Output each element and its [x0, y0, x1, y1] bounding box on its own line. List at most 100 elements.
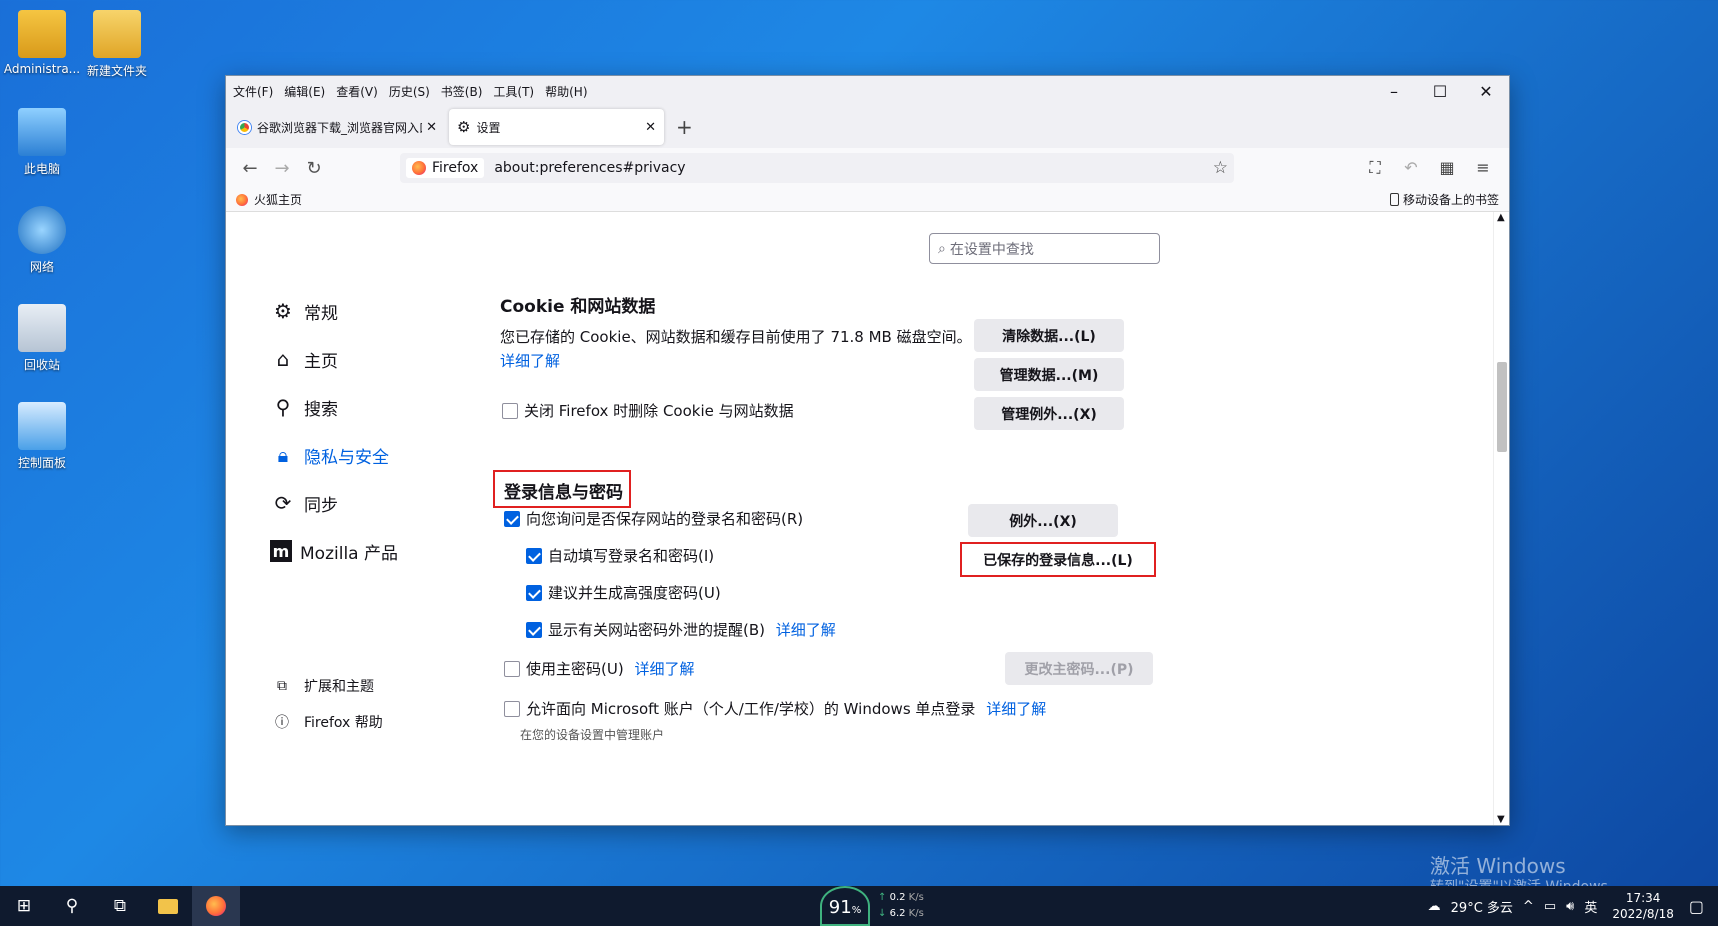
- computer-icon: [18, 108, 66, 156]
- menu-history[interactable]: 历史(S): [389, 85, 430, 99]
- mobile-bookmarks[interactable]: 移动设备上的书签: [1389, 191, 1499, 208]
- bookmark-star-icon[interactable]: ☆: [1213, 158, 1228, 178]
- system-tray: ☁ 29°C 多云 ^ ▭ 🔊︎ 英 17:34 2022/8/18 ▢: [1423, 890, 1718, 922]
- identity-chip[interactable]: Firefox: [406, 158, 485, 178]
- manage-exceptions-button[interactable]: 管理例外...(X): [974, 397, 1124, 430]
- clock[interactable]: 17:34 2022/8/18: [1612, 890, 1674, 922]
- desktop-icon-control-panel[interactable]: 控制面板: [0, 402, 84, 471]
- screenshot-crop-icon[interactable]: ⛶: [1357, 158, 1393, 178]
- scroll-down-icon[interactable]: ▼: [1497, 814, 1505, 825]
- tab-chrome-download[interactable]: 谷歌浏览器下载_浏览器官网入口 ✕: [230, 109, 445, 145]
- nav-sync[interactable]: ⟳ 同步: [270, 479, 398, 527]
- network-icon: [18, 206, 66, 254]
- manage-data-button[interactable]: 管理数据...(M): [974, 358, 1124, 391]
- search-icon[interactable]: ⚲: [48, 886, 96, 926]
- settings-search-input[interactable]: ⌕ 在设置中查找: [929, 233, 1160, 264]
- net-down-unit: K/s: [908, 908, 924, 919]
- tab-settings[interactable]: ⚙ 设置 ✕: [449, 109, 664, 145]
- ask-save-row[interactable]: 向您询问是否保存网站的登录名和密码(R): [504, 508, 803, 529]
- suggest-row[interactable]: 建议并生成高强度密码(U): [526, 582, 721, 603]
- undo-arrow-icon[interactable]: ↶: [1393, 158, 1429, 178]
- weather-cloud-icon: ☁: [1427, 898, 1441, 914]
- folder-icon: [93, 10, 141, 58]
- task-view-icon[interactable]: ⧉: [96, 886, 144, 926]
- ask-save-checkbox[interactable]: [504, 511, 520, 527]
- windows-sso-row[interactable]: 允许面向 Microsoft 账户（个人/工作/学校）的 Windows 单点登…: [504, 698, 1046, 719]
- firefox-icon: [236, 193, 248, 206]
- forward-arrow-icon[interactable]: →: [266, 158, 298, 179]
- nav-search[interactable]: ⚲ 搜索: [270, 383, 398, 431]
- scrollbar-thumb[interactable]: [1497, 362, 1507, 452]
- ime-indicator[interactable]: 英: [1584, 897, 1597, 916]
- clear-on-close-row[interactable]: 关闭 Firefox 时删除 Cookie 与网站数据: [502, 400, 794, 421]
- extensions-grid-icon[interactable]: ▦: [1429, 158, 1465, 178]
- menu-view[interactable]: 查看(V): [336, 85, 378, 99]
- primary-password-checkbox[interactable]: [504, 661, 520, 677]
- autofill-row[interactable]: 自动填写登录名和密码(I): [526, 545, 714, 566]
- nav-privacy[interactable]: 🔒︎ 隐私与安全: [270, 431, 398, 479]
- menu-file[interactable]: 文件(F): [233, 85, 273, 99]
- menu-edit[interactable]: 编辑(E): [284, 85, 325, 99]
- clear-data-button[interactable]: 清除数据...(L): [974, 319, 1124, 352]
- page-scrollbar[interactable]: ▲ ▼: [1493, 212, 1509, 825]
- tab-close-icon[interactable]: ✕: [645, 120, 656, 135]
- new-tab-icon[interactable]: +: [676, 115, 693, 139]
- url-bar[interactable]: Firefox about:preferences#privacy ☆: [400, 153, 1234, 183]
- autofill-checkbox[interactable]: [526, 548, 542, 564]
- network-icon[interactable]: ▭: [1544, 899, 1556, 914]
- back-arrow-icon[interactable]: ←: [234, 158, 266, 179]
- desktop-icon-label: 网络: [29, 260, 54, 274]
- scroll-up-icon[interactable]: ▲: [1497, 212, 1505, 223]
- nav-extensions-themes[interactable]: ⧉ 扩展和主题: [272, 668, 383, 704]
- volume-icon[interactable]: 🔊︎: [1566, 899, 1574, 914]
- sso-learn-more-link[interactable]: 详细了解: [986, 700, 1046, 718]
- file-explorer-icon[interactable]: [144, 886, 192, 926]
- nav-footer-label: 扩展和主题: [304, 679, 374, 695]
- nav-label: 主页: [304, 351, 338, 372]
- tray-chevron-up-icon[interactable]: ^: [1523, 899, 1534, 914]
- tab-close-icon[interactable]: ✕: [426, 120, 437, 135]
- hamburger-menu-icon[interactable]: ≡: [1465, 158, 1501, 178]
- windows-sso-label: 允许面向 Microsoft 账户（个人/工作/学校）的 Windows 单点登…: [526, 700, 976, 718]
- desktop-icon-network[interactable]: 网络: [0, 206, 84, 275]
- notification-icon[interactable]: ▢: [1689, 897, 1704, 916]
- clear-on-close-checkbox[interactable]: [502, 403, 518, 419]
- nav-mozilla-products[interactable]: m Mozilla 产品: [270, 527, 398, 575]
- desktop-icon-this-pc[interactable]: 此电脑: [0, 108, 84, 177]
- control-panel-icon: [18, 402, 66, 450]
- weather-text[interactable]: 29°C 多云: [1451, 897, 1513, 916]
- bookmark-firefox-home[interactable]: 火狐主页: [236, 191, 302, 208]
- menu-help[interactable]: 帮助(H): [545, 85, 587, 99]
- minimize-icon[interactable]: –: [1371, 82, 1417, 101]
- menu-bookmarks[interactable]: 书签(B): [441, 85, 483, 99]
- desktop-icon-admin[interactable]: Administra...: [0, 10, 84, 76]
- nav-general[interactable]: ⚙ 常规: [270, 287, 398, 335]
- cookie-learn-more-link[interactable]: 详细了解: [500, 350, 560, 371]
- breach-learn-more-link[interactable]: 详细了解: [776, 621, 836, 639]
- reload-icon[interactable]: ↻: [298, 158, 330, 179]
- logins-title-highlight: [493, 470, 631, 508]
- primary-password-row[interactable]: 使用主密码(U) 详细了解: [504, 658, 694, 679]
- close-icon[interactable]: ✕: [1463, 82, 1509, 101]
- home-icon: ⌂: [276, 347, 290, 371]
- breach-alerts-row[interactable]: 显示有关网站密码外泄的提醒(B) 详细了解: [526, 619, 836, 640]
- nav-firefox-help[interactable]: ⓘ Firefox 帮助: [272, 704, 383, 740]
- perf-widget[interactable]: 91% ↑ 0.2 K/s ↓ 6.2 K/s: [820, 886, 924, 926]
- login-exceptions-button[interactable]: 例外...(X): [968, 504, 1118, 537]
- nav-home[interactable]: ⌂ 主页: [270, 335, 398, 383]
- url-text[interactable]: about:preferences#privacy: [494, 160, 685, 176]
- taskbar-firefox-icon[interactable]: [192, 886, 240, 926]
- desktop-icon-recycle-bin[interactable]: 回收站: [0, 304, 84, 373]
- menu-tools[interactable]: 工具(T): [493, 85, 534, 99]
- windows-sso-checkbox[interactable]: [504, 701, 520, 717]
- primary-password-label: 使用主密码(U): [526, 660, 624, 678]
- net-up-value: 0.2: [889, 892, 906, 903]
- breach-alerts-checkbox[interactable]: [526, 622, 542, 638]
- start-windows-icon[interactable]: ⊞: [0, 886, 48, 926]
- maximize-icon[interactable]: ☐: [1417, 82, 1463, 101]
- suggest-checkbox[interactable]: [526, 585, 542, 601]
- desktop-icon-new-folder[interactable]: 新建文件夹: [75, 10, 159, 79]
- primary-learn-more-link[interactable]: 详细了解: [634, 660, 694, 678]
- gear-icon: ⚙: [274, 299, 292, 323]
- nav-bar: ← → ↻ Firefox about:preferences#privacy …: [226, 148, 1509, 188]
